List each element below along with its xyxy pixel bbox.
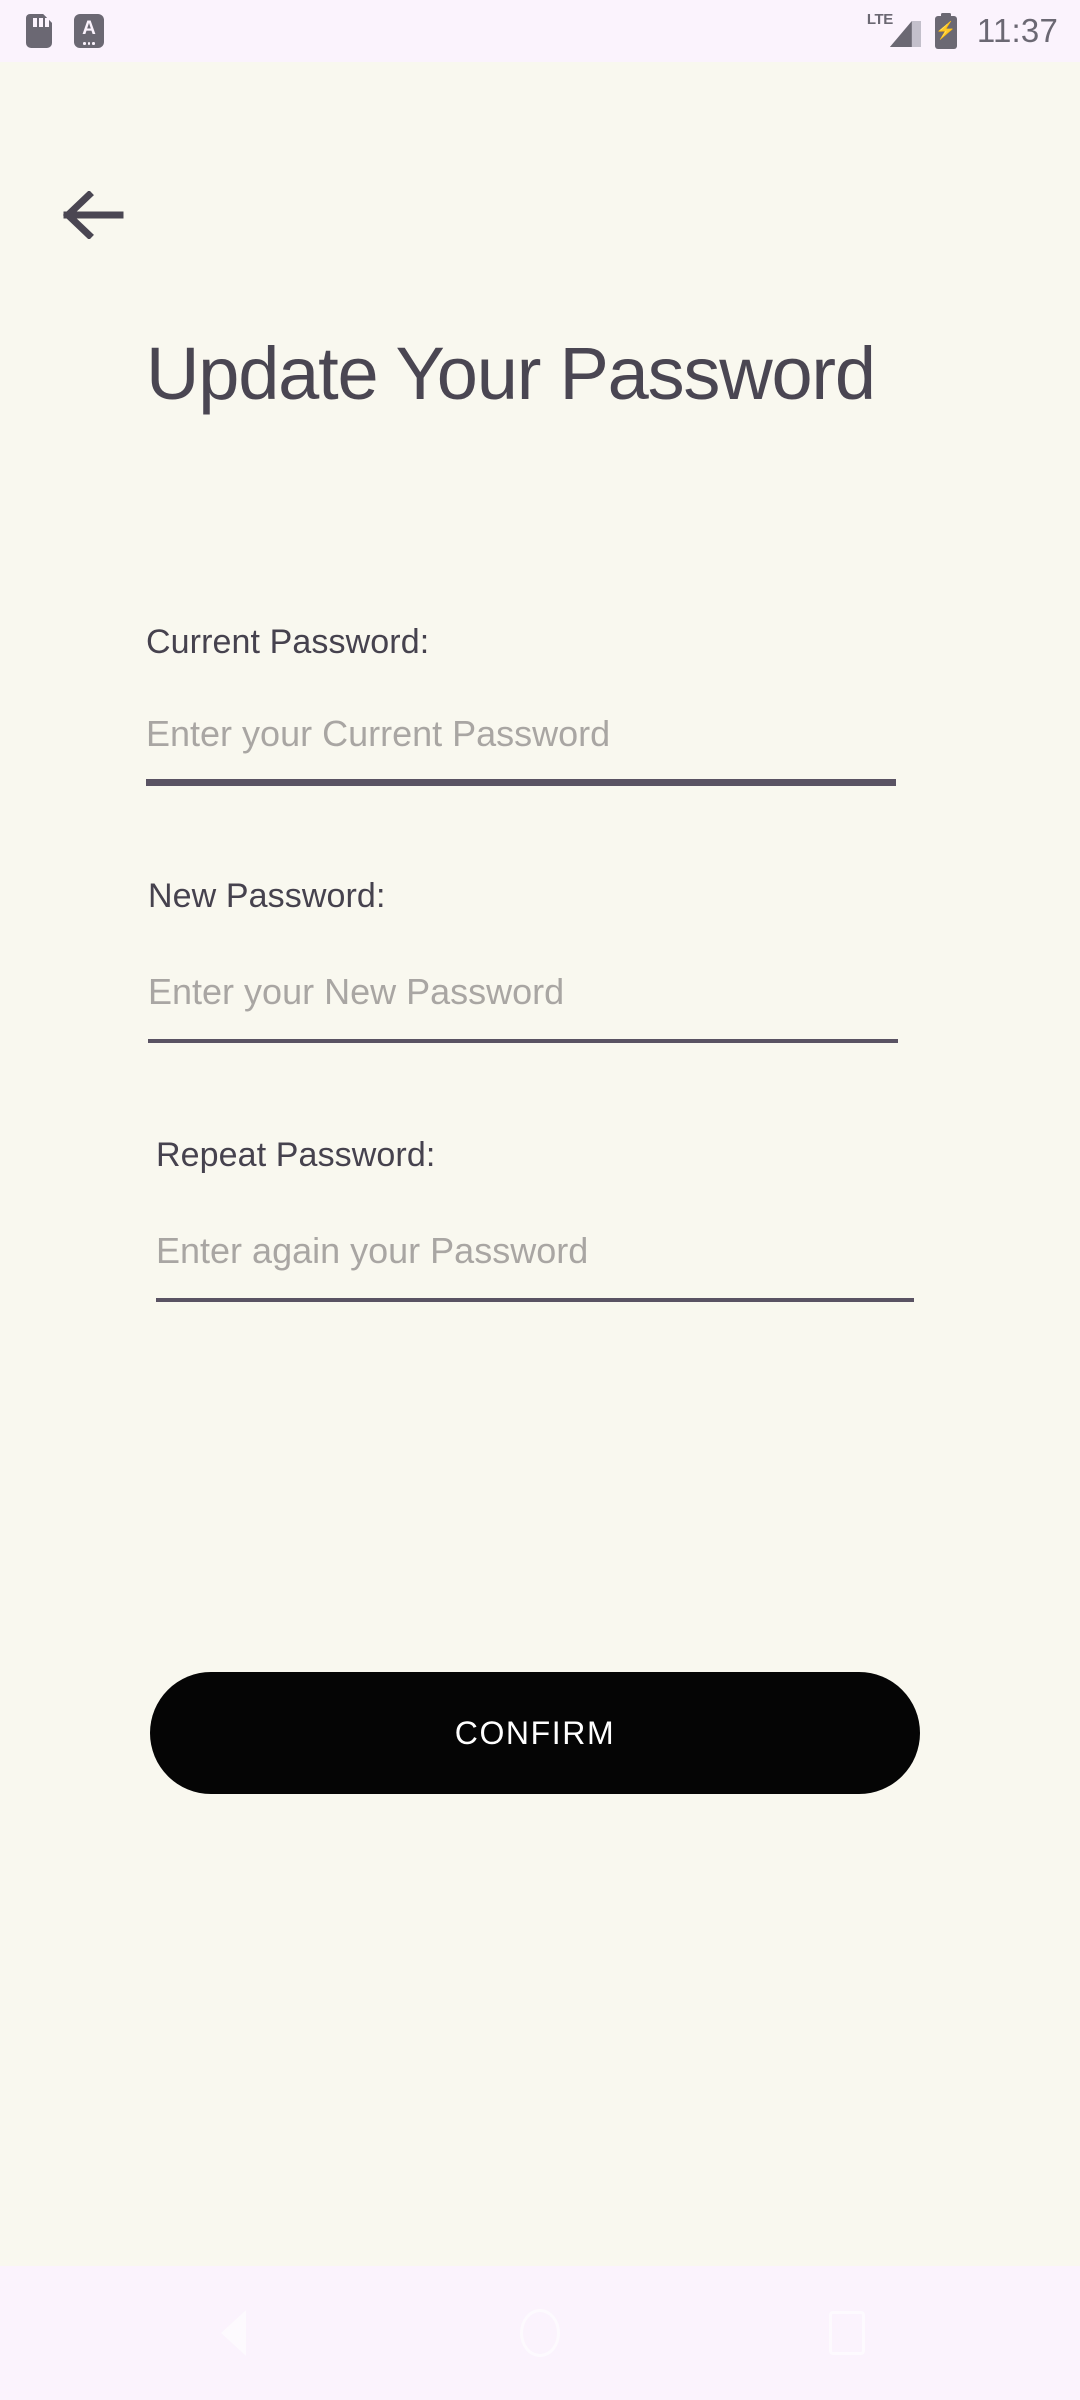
a-icon-dot bbox=[83, 42, 86, 45]
a-icon-dots bbox=[74, 42, 104, 45]
nav-home-button[interactable] bbox=[480, 2283, 600, 2383]
sd-card-icon bbox=[26, 14, 52, 48]
nav-back-button[interactable] bbox=[173, 2283, 293, 2383]
password-form: Current Password: New Password: Repeat P… bbox=[0, 622, 1080, 1302]
repeat-password-input[interactable] bbox=[156, 1228, 914, 1274]
field-group-new-password: New Password: bbox=[0, 876, 1080, 1043]
repeat-password-input-wrap bbox=[156, 1228, 914, 1302]
status-bar-left-icons: A bbox=[26, 14, 104, 48]
sd-card-pin bbox=[33, 18, 37, 27]
status-bar: A LTE ⚡ 11:37 bbox=[0, 0, 1080, 62]
phone-screen: A LTE ⚡ 11:37 Update Your Password Curre… bbox=[0, 0, 1080, 2400]
signal-bars bbox=[881, 21, 921, 47]
field-group-repeat-password: Repeat Password: bbox=[0, 1135, 1080, 1302]
signal-bars-filled bbox=[889, 21, 912, 47]
sd-card-pin bbox=[45, 18, 49, 27]
repeat-password-label: Repeat Password: bbox=[156, 1136, 436, 1174]
signal-bars-empty bbox=[911, 21, 921, 47]
square-recents-icon bbox=[828, 2311, 865, 2355]
current-password-underline bbox=[146, 779, 896, 786]
confirm-button[interactable]: CONFIRM bbox=[150, 1672, 920, 1794]
new-password-input-wrap bbox=[148, 969, 898, 1043]
triangle-back-icon bbox=[220, 2310, 246, 2356]
new-password-underline bbox=[148, 1039, 898, 1043]
page-title: Update Your Password bbox=[146, 332, 876, 415]
current-password-input-wrap bbox=[146, 711, 896, 786]
arrow-left-icon bbox=[62, 191, 124, 239]
battery-charging-icon: ⚡ bbox=[934, 13, 957, 49]
field-group-current-password: Current Password: bbox=[0, 622, 1080, 786]
page-content: Update Your Password Current Password: N… bbox=[0, 62, 1080, 2266]
status-bar-right-icons: LTE ⚡ 11:37 bbox=[867, 12, 1058, 49]
sd-card-pin bbox=[39, 18, 43, 27]
circle-home-icon bbox=[519, 2309, 560, 2357]
current-password-input[interactable] bbox=[146, 711, 896, 757]
a-icon-dot bbox=[87, 42, 91, 45]
new-password-input[interactable] bbox=[148, 969, 898, 1015]
new-password-label: New Password: bbox=[148, 877, 386, 915]
system-navigation-bar bbox=[0, 2266, 1080, 2400]
repeat-password-underline bbox=[156, 1298, 914, 1302]
a-icon-dot bbox=[92, 42, 95, 45]
current-password-label: Current Password: bbox=[146, 623, 430, 661]
font-size-a-icon: A bbox=[74, 14, 104, 48]
back-button[interactable] bbox=[62, 185, 132, 245]
sd-card-pins bbox=[33, 18, 49, 27]
signal-bars-icon: LTE bbox=[867, 12, 921, 49]
status-bar-clock: 11:37 bbox=[976, 12, 1058, 49]
battery-bolt-icon: ⚡ bbox=[935, 21, 957, 40]
nav-recents-button[interactable] bbox=[787, 2283, 907, 2383]
